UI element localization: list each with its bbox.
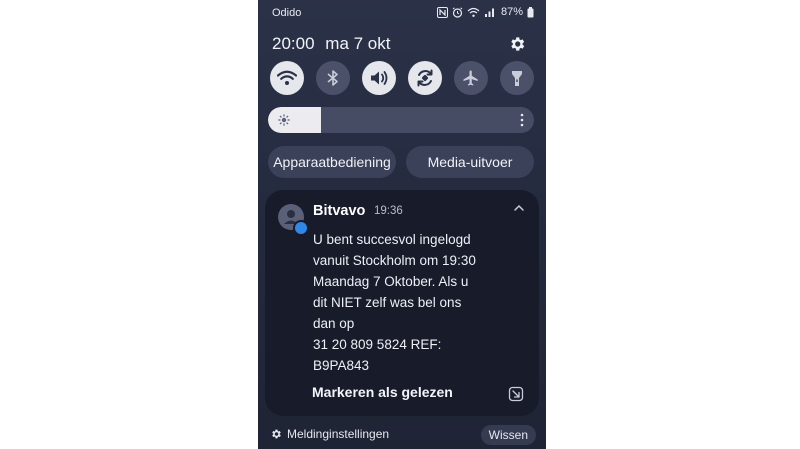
message-line: U bent succesvol ingelogd — [313, 232, 471, 247]
quick-settings — [270, 61, 534, 97]
message-line: Maandag 7 Oktober. Als u — [313, 274, 469, 289]
notification-card[interactable]: Bitvavo 19:36 U bent succesvol ingelogd … — [265, 190, 539, 416]
nfc-icon — [436, 6, 448, 18]
message-line: B9PA843 — [313, 358, 370, 373]
bluetooth-toggle[interactable] — [316, 61, 350, 95]
sound-toggle[interactable] — [362, 61, 396, 95]
status-icons: 87% — [436, 6, 534, 18]
notification-shade: Odido 87% 20:00 ma 7 okt Apparaatbedieni… — [258, 0, 546, 449]
app-badge-icon — [293, 220, 309, 236]
auto-rotate-toggle[interactable] — [408, 61, 442, 95]
notification-settings-button[interactable]: Meldinginstellingen — [270, 427, 389, 441]
battery-percentage: 87% — [500, 6, 523, 18]
airplane-mode-icon — [463, 70, 478, 86]
alarm-icon — [452, 6, 463, 18]
device-control-button[interactable]: Apparaatbediening — [268, 146, 396, 178]
signal-icon — [484, 8, 494, 17]
clock-date-text: ma 7 okt — [325, 34, 391, 53]
wifi-toggle[interactable] — [270, 61, 304, 95]
more-options-icon[interactable] — [520, 113, 524, 127]
brightness-slider[interactable] — [268, 107, 534, 133]
media-output-button[interactable]: Media-uitvoer — [406, 146, 534, 178]
status-bar: Odido 87% — [258, 0, 546, 26]
notification-message: U bent succesvol ingelogd vanuit Stockho… — [313, 229, 523, 376]
carrier-name: Odido — [272, 7, 302, 19]
clock-date: 20:00 ma 7 okt — [272, 34, 390, 54]
settings-button[interactable] — [508, 35, 526, 53]
expand-icon — [508, 386, 524, 402]
message-line: dit NIET zelf was bel ons — [313, 295, 462, 310]
message-line: dan op — [313, 316, 355, 331]
message-line: vanuit Stockholm om 19:30 — [313, 253, 476, 268]
notification-settings-label: Meldinginstellingen — [287, 427, 390, 441]
gear-icon — [272, 429, 281, 439]
battery-icon — [527, 6, 534, 17]
gear-icon — [511, 37, 525, 51]
clear-notifications-button[interactable]: Wissen — [480, 425, 536, 445]
wifi-icon — [277, 70, 297, 85]
auto-rotate-icon — [417, 69, 433, 87]
sound-icon — [371, 71, 388, 85]
open-notification-button[interactable] — [505, 383, 527, 405]
notification-time: 19:36 — [374, 205, 403, 217]
flashlight-toggle[interactable] — [500, 61, 534, 95]
message-line: 31 20 809 5824 REF: — [313, 337, 442, 352]
chevron-up-icon[interactable] — [513, 204, 525, 212]
airplane-mode-toggle[interactable] — [454, 61, 488, 95]
brightness-sun-icon — [278, 114, 290, 126]
notification-app-name: Bitvavo — [313, 203, 366, 219]
brightness-fill — [268, 107, 322, 133]
clock-time: 20:00 — [272, 34, 315, 53]
wifi-icon — [467, 7, 480, 17]
bluetooth-icon — [327, 70, 338, 86]
mark-as-read-button[interactable]: Markeren als gelezen — [312, 384, 453, 400]
flashlight-icon — [512, 71, 522, 86]
